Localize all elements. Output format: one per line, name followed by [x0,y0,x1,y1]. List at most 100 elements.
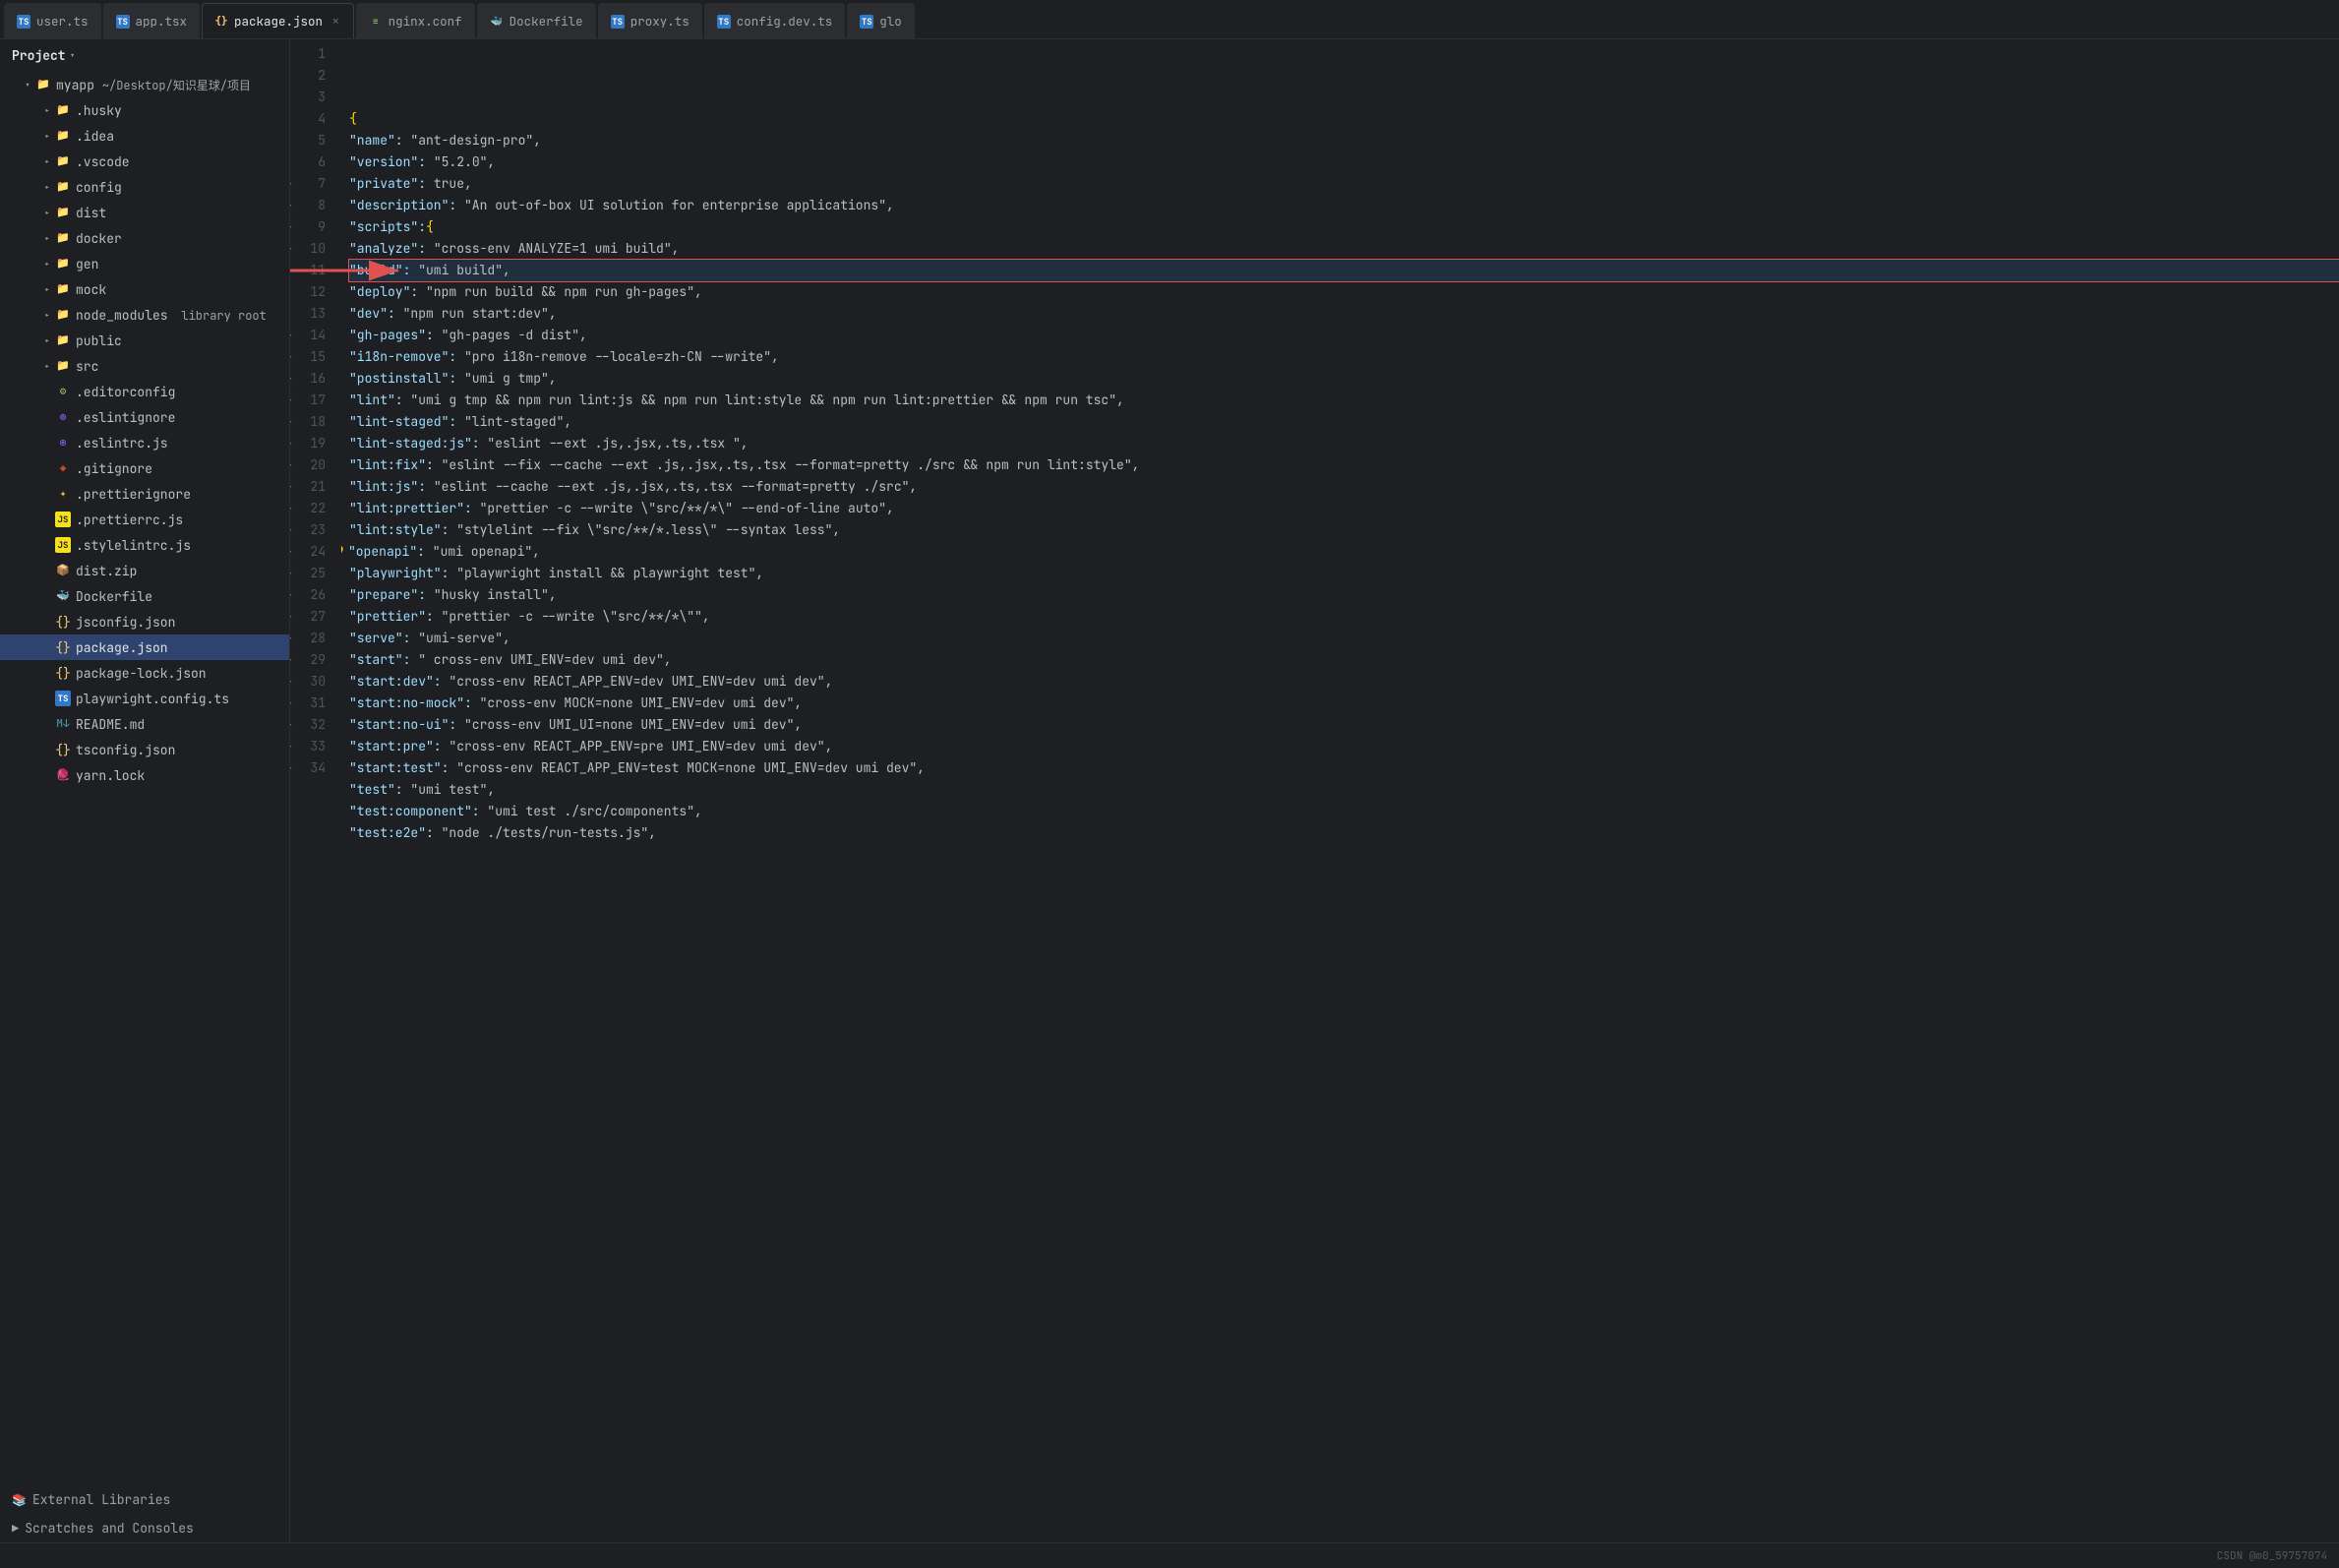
status-bar: CSDN @m0_59757074 [0,1542,2339,1568]
tab-nginx-conf[interactable]: ≡ nginx.conf [356,3,475,38]
code-area[interactable]: { "name": "ant-design-pro", "version": "… [341,39,2339,1542]
label-docker: docker [76,230,289,247]
tree-item-node-modules[interactable]: 📁 node_modules library root [0,302,289,328]
label-config: config [76,179,289,196]
tree-item-config[interactable]: 📁 config [0,174,289,200]
bulb-icon[interactable]: 💡 [341,541,346,563]
run-button-15[interactable]: ▶ [290,346,291,368]
tree-item-eslintignore[interactable]: ◉ .eslintignore [0,404,289,430]
line-number-22: 22▶ [290,498,333,519]
tree-item-packagelock[interactable]: {} package-lock.json [0,660,289,686]
run-button-16[interactable]: ▶ [290,368,291,390]
run-button-30[interactable]: ▶ [290,671,291,693]
run-button-10[interactable]: ▶ [290,238,291,260]
tree-item-mock[interactable]: 📁 mock [0,276,289,302]
tree-item-dockerfile-file[interactable]: 🐳 Dockerfile [0,583,289,609]
run-button-19[interactable]: ▶ [290,433,291,454]
file-icon-yarnlock: 🧶 [55,767,71,783]
code-line-7: "analyze": "cross-env ANALYZE=1 umi buil… [349,238,2339,260]
line-number-16: 16▶ [290,368,333,390]
tab-close-button[interactable]: ✕ [330,13,341,30]
run-button-29[interactable]: ▶ [290,649,291,671]
code-line-22: "playwright": "playwright install && pla… [349,563,2339,584]
tree-item-prettierignore[interactable]: ✦ .prettierignore [0,481,289,507]
ts-icon: TS [17,15,30,29]
tree-item-readme[interactable]: M↓ README.md [0,711,289,737]
scratches-item[interactable]: ▶ Scratches and Consoles [0,1514,289,1542]
file-icon-jsconfig: {} [55,614,71,630]
folder-icon-docker: 📁 [55,230,71,246]
editor-content[interactable]: 1234567▶8▶9▶10▶11121314▶15▶16▶17▶18▶19▶2… [290,39,2339,1542]
tree-item-prettierrc[interactable]: JS .prettierrc.js [0,507,289,532]
run-button-18[interactable]: ▶ [290,411,291,433]
run-button-17[interactable]: ▶ [290,390,291,411]
tree-item-idea[interactable]: 📁 .idea [0,123,289,149]
external-libraries-item[interactable]: 📚 External Libraries [0,1485,289,1514]
run-button-28[interactable]: ▶ [290,628,291,649]
tree-root-myapp[interactable]: 📁 myapp ~/Desktop/知识星球/项目 [0,72,289,97]
run-button-14[interactable]: ▶ [290,325,291,346]
run-button-22[interactable]: ▶ [290,498,291,519]
run-button-27[interactable]: ▶ [290,606,291,628]
file-icon-eslintignore: ◉ [55,409,71,425]
line-number-25: 25▶ [290,563,333,584]
tree-item-public[interactable]: 📁 public [0,328,289,353]
tree-item-playwright[interactable]: TS playwright.config.ts [0,686,289,711]
file-icon-prettierignore: ✦ [55,486,71,502]
tab-package-json[interactable]: {} package.json ✕ [202,3,354,38]
run-button-32[interactable]: ▶ [290,714,291,736]
arrow-mock [39,283,55,296]
run-button-34[interactable]: ▶ [290,757,291,779]
tree-item-docker[interactable]: 📁 docker [0,225,289,251]
tree-item-dist[interactable]: 📁 dist [0,200,289,225]
tree-item-stylelintrc[interactable]: JS .stylelintrc.js [0,532,289,558]
tree-item-husky[interactable]: 📁 .husky [0,97,289,123]
tab-user-ts[interactable]: TS user.ts [4,3,101,38]
run-button-31[interactable]: ▶ [290,693,291,714]
tree-item-yarnlock[interactable]: 🧶 yarn.lock [0,762,289,788]
tree-item-gitignore[interactable]: ◈ .gitignore [0,455,289,481]
label-dist: dist [76,205,289,221]
file-icon-readme: M↓ [55,716,71,732]
tree-item-tsconfig[interactable]: {} tsconfig.json [0,737,289,762]
code-line-17: "lint:fix": "eslint --fix --cache --ext … [349,454,2339,476]
run-button-33[interactable]: ▶ [290,736,291,757]
line-number-24: 24▶ [290,541,333,563]
run-button-21[interactable]: ▶ [290,476,291,498]
run-button-24[interactable]: ▶ [290,541,291,563]
tab-proxy-ts[interactable]: TS proxy.ts [598,3,702,38]
code-line-6: "scripts": { [349,216,2339,238]
run-button-8[interactable]: ▶ [290,195,291,216]
tree-item-packagejson[interactable]: {} package.json [0,634,289,660]
ts-icon-2: TS [611,15,625,29]
tree-item-jsconfig[interactable]: {} jsconfig.json [0,609,289,634]
tab-config-dev-ts[interactable]: TS config.dev.ts [704,3,846,38]
code-line-25: "serve": "umi-serve", [349,628,2339,649]
label-src: src [76,358,289,375]
tree-item-eslintrc[interactable]: ◉ .eslintrc.js [0,430,289,455]
line-number-29: 29▶ [290,649,333,671]
tab-proxy-ts-label: proxy.ts [630,13,690,30]
file-icon-eslintrc: ◉ [55,435,71,451]
tree-item-vscode[interactable]: 📁 .vscode [0,149,289,174]
project-header[interactable]: Project ▾ [0,39,289,72]
run-button-20[interactable]: ▶ [290,454,291,476]
run-button-26[interactable]: ▶ [290,584,291,606]
tree-item-distzip[interactable]: 📦 dist.zip [0,558,289,583]
editor-wrapper: 1234567▶8▶9▶10▶11121314▶15▶16▶17▶18▶19▶2… [290,39,2339,1542]
code-line-34: "test:e2e": "node ./tests/run-tests.js", [349,822,2339,844]
tree-item-gen[interactable]: 📁 gen [0,251,289,276]
tree-item-editorconfig[interactable]: ⚙ .editorconfig [0,379,289,404]
tab-glo[interactable]: TS glo [847,3,915,38]
code-line-33: "test:component": "umi test ./src/compon… [349,801,2339,822]
file-icon-editorconfig: ⚙ [55,384,71,399]
tab-dockerfile[interactable]: 🐳 Dockerfile [477,3,596,38]
line-number-32: 32▶ [290,714,333,736]
tree-item-src[interactable]: 📁 src [0,353,289,379]
run-button-23[interactable]: ▶ [290,519,291,541]
tsx-icon: TS [116,15,130,29]
tab-app-tsx[interactable]: TS app.tsx [103,3,201,38]
run-button-7[interactable]: ▶ [290,173,291,195]
run-button-25[interactable]: ▶ [290,563,291,584]
run-button-9[interactable]: ▶ [290,216,291,238]
